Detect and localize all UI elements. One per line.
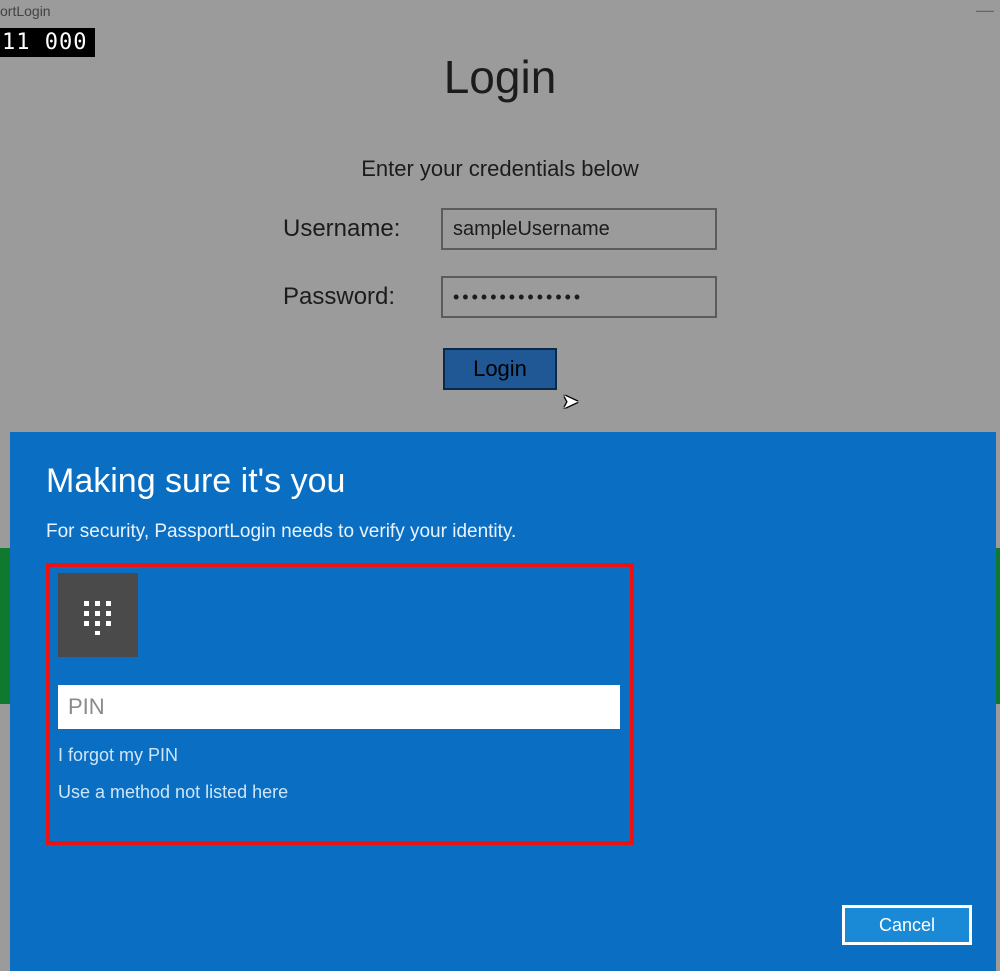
cancel-button[interactable]: Cancel — [842, 905, 972, 945]
password-input[interactable] — [441, 276, 717, 318]
alt-method-link[interactable]: Use a method not listed here — [58, 782, 288, 803]
login-button[interactable]: Login — [443, 348, 557, 390]
cursor-icon: ➤ — [562, 389, 579, 414]
pin-section-highlight: I forgot my PIN Use a method not listed … — [46, 563, 634, 845]
login-panel: Login Enter your credentials below Usern… — [0, 40, 1000, 390]
username-input[interactable] — [441, 208, 717, 250]
modal-title: Making sure it's you — [46, 462, 960, 501]
username-row: Username: — [0, 208, 1000, 250]
window-title: ortLogin — [0, 3, 51, 19]
forgot-pin-link[interactable]: I forgot my PIN — [58, 745, 178, 766]
window-minimize[interactable]: — — [970, 0, 1000, 21]
username-label: Username: — [283, 215, 423, 243]
page-subtitle: Enter your credentials below — [0, 156, 1000, 182]
page-title: Login — [0, 50, 1000, 104]
pin-method-tile[interactable] — [58, 573, 138, 657]
modal-subtitle: For security, PassportLogin needs to ver… — [46, 521, 960, 543]
pin-input[interactable] — [58, 685, 620, 729]
verify-identity-modal: Making sure it's you For security, Passp… — [10, 432, 996, 971]
password-row: Password: — [0, 276, 1000, 318]
password-label: Password: — [283, 283, 423, 311]
keypad-icon — [78, 595, 118, 635]
